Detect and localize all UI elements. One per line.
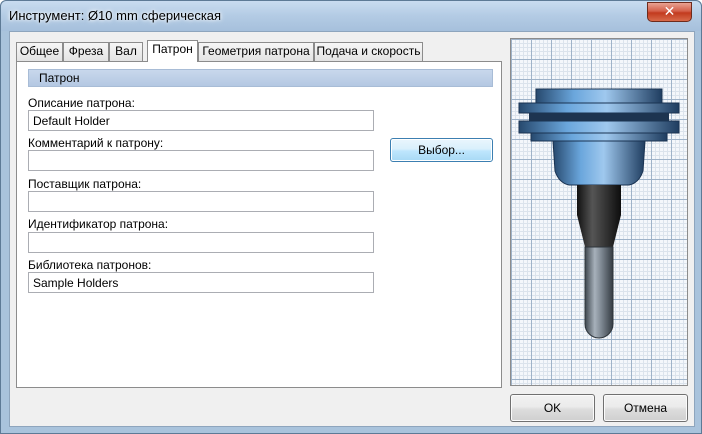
select-holder-button[interactable]: Выбор... (390, 138, 493, 162)
close-icon: ✕ (663, 4, 676, 20)
window-title: Инструмент: Ø10 mm сферическая (9, 8, 222, 23)
holder-id-label: Идентификатор патрона: (28, 217, 169, 231)
tab-feed-speed[interactable]: Подача и скорость (314, 42, 423, 61)
tab-cutter[interactable]: Фреза (63, 42, 109, 61)
holder-description-label: Описание патрона: (28, 96, 135, 110)
tool-preview (510, 38, 688, 386)
close-button[interactable]: ✕ (647, 2, 692, 22)
dialog-window: Инструмент: Ø10 mm сферическая ✕ Общее Ф… (0, 0, 702, 434)
holder-supplier-input[interactable] (28, 191, 374, 212)
tab-holder[interactable]: Патрон (147, 40, 198, 62)
holder-id-input[interactable] (28, 232, 374, 253)
holder-description-input[interactable] (28, 110, 374, 131)
cancel-button[interactable]: Отмена (603, 394, 688, 422)
holder-comment-input[interactable] (28, 150, 374, 171)
tab-holder-geometry[interactable]: Геометрия патрона (198, 42, 314, 61)
tab-general[interactable]: Общее (16, 42, 63, 61)
holder-comment-label: Комментарий к патрону: (28, 136, 164, 150)
holder-library-input[interactable] (28, 272, 374, 293)
dialog-client-area: Общее Фреза Вал Патрон Геометрия патрона… (9, 31, 695, 427)
holder-tab-panel: Патрон Описание патрона: Комментарий к п… (16, 61, 502, 388)
title-bar[interactable]: Инструмент: Ø10 mm сферическая ✕ (1, 1, 701, 31)
section-header: Патрон (28, 69, 493, 87)
tool-holder-illustration (518, 88, 680, 339)
ok-button[interactable]: OK (510, 394, 595, 422)
tab-shaft[interactable]: Вал (109, 42, 143, 61)
holder-library-label: Библиотека патронов: (28, 258, 152, 272)
holder-supplier-label: Поставщик патрона: (28, 177, 142, 191)
